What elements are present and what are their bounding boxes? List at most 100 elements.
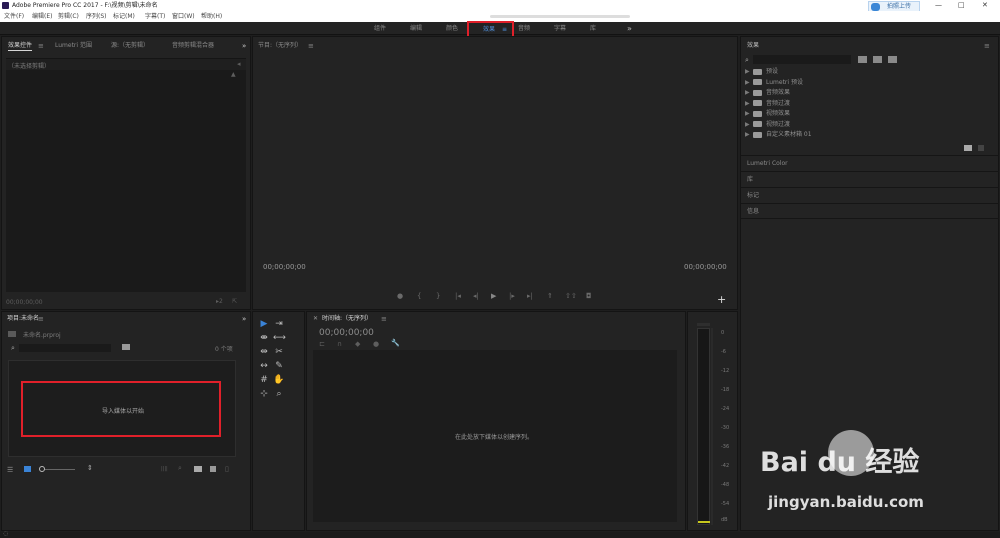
rolling-edit-tool-icon[interactable]: ⟷ — [273, 332, 286, 344]
tab-menu-icon[interactable]: ≡ — [38, 37, 44, 55]
tab-source[interactable]: 源:（无剪辑） — [111, 37, 149, 55]
section-lumetri-color[interactable]: Lumetri Color — [741, 155, 999, 171]
add-button-icon[interactable]: + — [717, 293, 726, 306]
slip-tool-icon[interactable]: ↔ — [258, 360, 270, 372]
menu-sequence[interactable]: 序列(S) — [86, 11, 107, 22]
32bit-effects-icon[interactable] — [873, 56, 882, 63]
new-item-icon[interactable] — [210, 466, 216, 472]
new-custom-bin-icon[interactable] — [964, 145, 972, 151]
section-markers[interactable]: 标记 — [741, 187, 999, 203]
workspace-tab-editing[interactable]: 编辑 — [410, 22, 422, 35]
marker-icon[interactable]: ● — [397, 292, 403, 300]
timeline-menu-icon[interactable]: ≡ — [381, 312, 387, 326]
sort-icon[interactable]: ⇕ — [87, 464, 93, 472]
project-search-input[interactable] — [19, 344, 111, 352]
clear-icon[interactable]: ▯ — [225, 465, 229, 473]
more-workspaces-icon[interactable]: » — [627, 22, 632, 35]
wrench-icon[interactable]: 🔧 — [391, 339, 400, 347]
filter-icon[interactable]: ▸2 — [216, 298, 223, 305]
section-libraries[interactable]: 库 — [741, 171, 999, 187]
new-bin-bottom-icon[interactable] — [194, 466, 202, 472]
slide-tool-icon[interactable]: # — [258, 374, 270, 386]
project-more-icon[interactable]: » — [242, 312, 246, 326]
lift-icon[interactable]: ⇑ — [547, 292, 553, 300]
add-edit-tool-icon[interactable]: ⊹ — [258, 388, 270, 400]
delete-item-icon[interactable] — [978, 145, 984, 151]
menu-clip[interactable]: 剪辑(C) — [58, 11, 79, 22]
expand-arrow-icon[interactable]: ▶ — [745, 67, 753, 78]
zoom-tool-icon[interactable]: ⌕ — [273, 388, 285, 400]
workspace-tab-assembly[interactable]: 组件 — [374, 22, 386, 35]
rate-stretch-tool-icon[interactable]: ⇹ — [258, 346, 270, 358]
import-media-box[interactable]: 导入媒体以开始 — [21, 381, 221, 437]
play-icon[interactable]: ▶ — [491, 292, 496, 300]
menu-edit[interactable]: 编辑(E) — [32, 11, 52, 22]
workspace-tab-color[interactable]: 颜色 — [446, 22, 458, 35]
mark-in-icon[interactable]: { — [417, 292, 421, 300]
effects-folder-audio-transitions[interactable]: ▶ 音频过渡 — [745, 99, 985, 110]
effects-folder-presets[interactable]: ▶ 预设 — [745, 67, 985, 78]
menu-window[interactable]: 窗口(W) — [172, 11, 195, 22]
snap-icon[interactable]: ⊏ — [319, 340, 325, 348]
extract-icon[interactable]: ⇧⇧ — [565, 292, 577, 300]
maximize-button[interactable]: □ — [958, 0, 965, 11]
effects-menu-icon[interactable]: ≡ — [984, 37, 990, 55]
new-bin-icon[interactable] — [122, 344, 130, 350]
tab-lumetri-scopes[interactable]: Lumetri 范围 — [55, 37, 92, 55]
timeline-track-area[interactable]: 在此处放下媒体以创建序列。 — [313, 350, 677, 522]
menu-title[interactable]: 字幕(T) — [145, 11, 165, 22]
workspace-tab-titles[interactable]: 字幕 — [554, 22, 566, 35]
project-menu-icon[interactable]: ≡ — [38, 312, 44, 326]
hand-tool-icon[interactable]: ✋ — [273, 374, 285, 386]
minimize-button[interactable]: — — [935, 0, 942, 11]
list-view-icon[interactable]: ☰ — [7, 466, 13, 474]
add-marker-icon[interactable]: ◆ — [355, 340, 360, 348]
close-button[interactable]: ✕ — [982, 0, 988, 11]
menu-help[interactable]: 帮助(H) — [201, 11, 222, 22]
expand-arrow-icon[interactable]: ▶ — [745, 88, 753, 99]
effects-folder-audio-effects[interactable]: ▶ 音频效果 — [745, 88, 985, 99]
marker-tl-icon[interactable]: ● — [373, 340, 379, 348]
workspace-tab-libraries[interactable]: 库 — [590, 22, 596, 35]
step-forward-icon[interactable]: |▸ — [509, 292, 515, 300]
ripple-edit-tool-icon[interactable]: ⇼ — [258, 332, 270, 344]
mark-out-icon[interactable]: } — [436, 292, 440, 300]
export-frame-icon[interactable]: ◘ — [586, 292, 592, 300]
step-back-icon[interactable]: ◂| — [473, 292, 479, 300]
more-panels-icon[interactable]: » — [242, 37, 246, 55]
effects-search-input[interactable] — [753, 55, 851, 64]
accelerated-effects-icon[interactable] — [858, 56, 867, 63]
track-select-tool-icon[interactable]: ⇥ — [273, 318, 285, 330]
go-to-out-icon[interactable]: ▸| — [527, 292, 533, 300]
zoom-slider-track[interactable] — [45, 469, 75, 470]
effects-folder-video-transitions[interactable]: ▶ 视频过渡 — [745, 120, 985, 131]
effects-folder-video-effects[interactable]: ▶ 视频效果 — [745, 109, 985, 120]
menu-marker[interactable]: 标记(M) — [113, 11, 135, 22]
selection-tool-icon[interactable]: ▶ — [258, 318, 270, 330]
go-to-in-icon[interactable]: |◂ — [455, 292, 461, 300]
program-menu-icon[interactable]: ≡ — [308, 37, 314, 55]
section-info[interactable]: 信息 — [741, 203, 999, 219]
collapse-icon[interactable]: ◂ — [237, 60, 241, 68]
menu-file[interactable]: 文件(F) — [4, 11, 24, 22]
workspace-menu-icon[interactable]: ≡ — [502, 23, 507, 36]
pen-tool-icon[interactable]: ✎ — [273, 360, 285, 372]
workspace-tab-audio[interactable]: 音频 — [518, 22, 530, 35]
tab-audio-clip-mixer[interactable]: 音频剪辑混合器 — [172, 37, 214, 55]
find-icon[interactable]: ⌕ — [178, 464, 182, 473]
effects-folder-lumetri-presets[interactable]: ▶ Lumetri 预设 — [745, 78, 985, 89]
yuv-effects-icon[interactable] — [888, 56, 897, 63]
expand-arrow-icon[interactable]: ▶ — [745, 109, 753, 120]
expand-arrow-icon[interactable]: ▶ — [745, 130, 753, 141]
effects-folder-custom-bin[interactable]: ▶ 自定义素材箱 01 — [745, 130, 985, 141]
tab-effect-controls[interactable]: 效果控件 — [8, 37, 32, 55]
export-icon[interactable]: ⇱ — [232, 298, 237, 305]
scroll-up-icon[interactable]: ▲ — [231, 71, 236, 78]
expand-arrow-icon[interactable]: ▶ — [745, 120, 753, 131]
expand-arrow-icon[interactable]: ▶ — [745, 99, 753, 110]
razor-tool-icon[interactable]: ✂ — [273, 346, 285, 358]
expand-arrow-icon[interactable]: ▶ — [745, 78, 753, 89]
linked-selection-icon[interactable]: ∩ — [337, 340, 342, 348]
icon-view-icon[interactable] — [24, 466, 31, 472]
automate-icon[interactable]: |||| — [161, 466, 168, 472]
